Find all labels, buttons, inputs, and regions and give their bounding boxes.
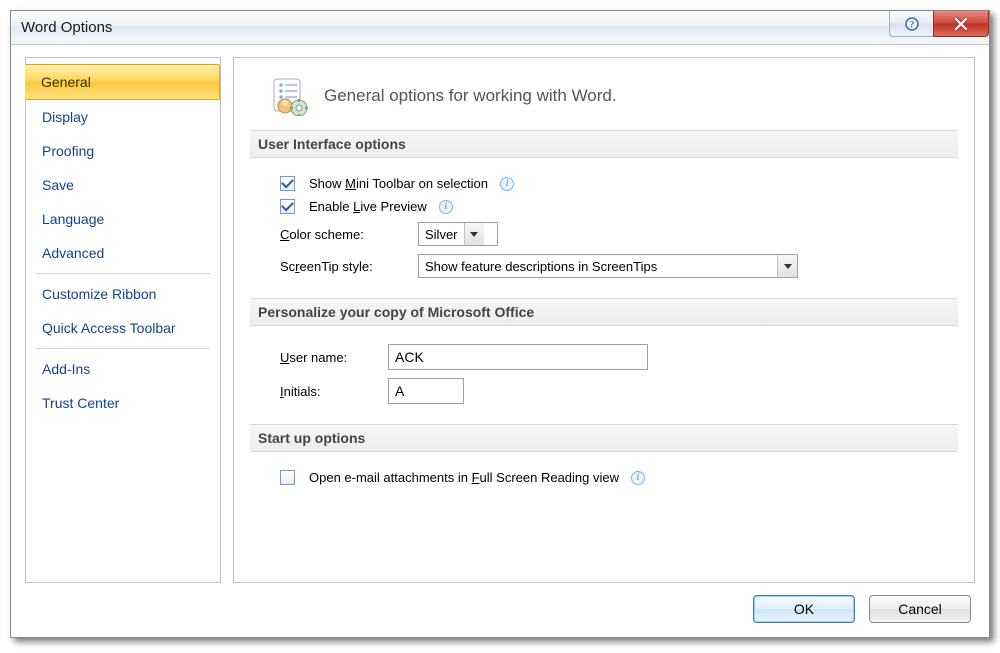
sidebar-item-quick-access-toolbar[interactable]: Quick Access Toolbar: [26, 311, 220, 345]
screentip-label: ScreenTip style:: [280, 259, 410, 274]
live-preview-checkbox[interactable]: [280, 199, 295, 214]
show-mini-toolbar-checkbox[interactable]: [280, 176, 295, 191]
user-name-input[interactable]: [388, 344, 648, 370]
dialog-footer: OK Cancel: [25, 583, 975, 627]
sidebar-separator: [36, 348, 210, 349]
section-ui-header: User Interface options: [250, 130, 958, 158]
content-panel: General options for working with Word. U…: [233, 57, 975, 583]
initials-row: Initials:: [280, 374, 948, 408]
email-attachments-checkbox[interactable]: [280, 470, 295, 485]
sidebar-separator: [36, 273, 210, 274]
help-button[interactable]: ?: [889, 11, 933, 37]
sidebar-item-general[interactable]: General: [25, 64, 220, 100]
initials-input[interactable]: [388, 378, 464, 404]
sidebar-item-trust-center[interactable]: Trust Center: [26, 386, 220, 420]
section-startup-header: Start up options: [250, 424, 958, 452]
page-header: General options for working with Word.: [250, 70, 958, 130]
sidebar-item-add-ins[interactable]: Add-Ins: [26, 352, 220, 386]
show-mini-toolbar-label[interactable]: Show Mini Toolbar on selection: [309, 176, 488, 191]
screentip-row: ScreenTip style: Show feature descriptio…: [280, 250, 948, 282]
sidebar-item-advanced[interactable]: Advanced: [26, 236, 220, 270]
category-sidebar: General Display Proofing Save Language A…: [25, 57, 221, 583]
show-mini-toolbar-row: Show Mini Toolbar on selection: [280, 172, 948, 195]
page-title: General options for working with Word.: [324, 86, 617, 106]
chevron-down-icon: [777, 255, 797, 277]
section-startup-body: Open e-mail attachments in Full Screen R…: [250, 452, 958, 505]
live-preview-label[interactable]: Enable Live Preview: [309, 199, 427, 214]
window-title: Word Options: [21, 19, 112, 36]
section-personalize-header: Personalize your copy of Microsoft Offic…: [250, 298, 958, 326]
screentip-select[interactable]: Show feature descriptions in ScreenTips: [418, 254, 798, 278]
ok-button[interactable]: OK: [753, 595, 855, 623]
close-icon: [954, 18, 968, 30]
window-controls: ?: [889, 11, 989, 37]
email-attachments-label[interactable]: Open e-mail attachments in Full Screen R…: [309, 470, 619, 485]
color-scheme-value: Silver: [419, 223, 464, 245]
general-options-icon: [270, 76, 310, 116]
info-icon[interactable]: [631, 471, 645, 485]
word-options-dialog: Word Options ? General Display Proofing …: [10, 10, 990, 638]
sidebar-item-customize-ribbon[interactable]: Customize Ribbon: [26, 277, 220, 311]
info-icon[interactable]: [439, 200, 453, 214]
color-scheme-label: Color scheme:: [280, 227, 410, 242]
dialog-body: General Display Proofing Save Language A…: [11, 45, 989, 637]
titlebar: Word Options ?: [11, 11, 989, 45]
sidebar-item-proofing[interactable]: Proofing: [26, 134, 220, 168]
email-attachments-row: Open e-mail attachments in Full Screen R…: [280, 466, 948, 489]
color-scheme-row: Color scheme: Silver: [280, 218, 948, 250]
close-button[interactable]: [933, 11, 989, 37]
svg-text:?: ?: [909, 19, 914, 29]
panels: General Display Proofing Save Language A…: [25, 57, 975, 583]
chevron-down-icon: [464, 223, 484, 245]
sidebar-item-language[interactable]: Language: [26, 202, 220, 236]
user-name-label: User name:: [280, 350, 380, 365]
info-icon[interactable]: [500, 177, 514, 191]
live-preview-row: Enable Live Preview: [280, 195, 948, 218]
sidebar-item-display[interactable]: Display: [26, 100, 220, 134]
screentip-value: Show feature descriptions in ScreenTips: [419, 255, 777, 277]
user-name-row: User name:: [280, 340, 948, 374]
help-icon: ?: [905, 17, 919, 31]
color-scheme-select[interactable]: Silver: [418, 222, 498, 246]
sidebar-item-save[interactable]: Save: [26, 168, 220, 202]
cancel-button[interactable]: Cancel: [869, 595, 971, 623]
section-personalize-body: User name: Initials:: [250, 326, 958, 424]
initials-label: Initials:: [280, 384, 380, 399]
section-ui-body: Show Mini Toolbar on selection Enable Li…: [250, 158, 958, 298]
